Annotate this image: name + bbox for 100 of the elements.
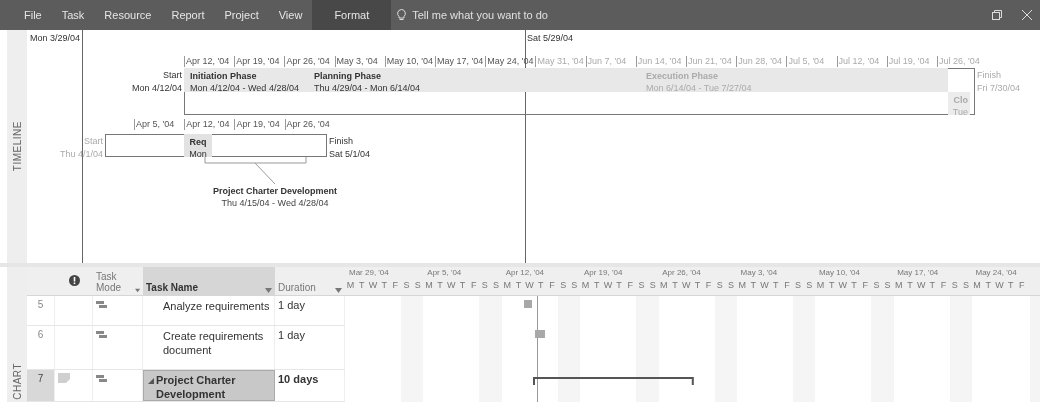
timescale-day-label: F	[783, 279, 791, 291]
timescale-day-label: S	[413, 279, 422, 291]
timescale-label: Apr 12, '04	[184, 56, 230, 67]
timescale-day-label: M	[894, 279, 904, 291]
timescale-label: Jul 26, '04	[937, 56, 980, 67]
start-date: Mon 4/12/04	[130, 82, 182, 95]
task-name-cell[interactable]: Analyze requirements	[143, 296, 275, 325]
timescale-label: Jul 19, '04	[886, 56, 930, 67]
callout-task-dates: Thu 4/15/04 - Wed 4/28/04	[220, 197, 330, 209]
timescale-day-label: F	[548, 279, 556, 291]
timescale-week-label: May 24, '04	[974, 267, 1018, 279]
column-header[interactable]: Task Mode	[96, 271, 132, 293]
dropdown-caret-icon[interactable]	[134, 288, 140, 293]
timescale-label: Apr 19, '04	[234, 56, 280, 67]
timescale-day-label: T	[358, 279, 366, 291]
timescale-day-label: S	[480, 279, 489, 291]
timeline-task[interactable]: Req Mon	[184, 134, 212, 157]
finish-label: Finish	[977, 69, 1002, 82]
timescale-day-label: S	[883, 279, 892, 291]
timescale-day-label: S	[872, 279, 881, 291]
timescale-week-label: May 17, '04	[896, 267, 940, 279]
timeline-task[interactable]: Initiation Phase Mon 4/12/04 - Wed 4/28/04	[184, 68, 308, 92]
marker-date: Sat 5/29/04	[527, 32, 574, 45]
timescale-day-label: T	[906, 279, 914, 291]
timescale-week-label: Apr 26, '04	[661, 267, 702, 279]
task-mode-icon	[96, 330, 107, 339]
start-label: Start	[162, 69, 182, 82]
duration-cell: 1 day	[275, 296, 345, 325]
scroll-bar[interactable]	[1030, 296, 1040, 402]
timescale-day-label: M	[815, 279, 826, 291]
ribbon-tab[interactable]: Format	[312, 0, 392, 30]
timescale-week-label: Apr 19, '04	[582, 267, 624, 279]
timeline-bar[interactable]: Initiation Phase Mon 4/12/04 - Wed 4/28/04 Planning Phase Thu 4/29/04 - Mon 6/14/04 Execution Phase Mon 6/14/04 - Tue 7/27/04 Clo Tue	[184, 68, 975, 115]
timescale-label: Apr 26, '04	[284, 119, 330, 130]
row-number[interactable]: 7	[27, 370, 55, 401]
timescale-day-label: F	[704, 279, 713, 291]
lightbulb-icon	[397, 9, 407, 21]
row-number[interactable]: 5	[27, 296, 55, 325]
timescale-day-label: M	[737, 279, 747, 291]
timescale-day-label: T	[984, 279, 993, 291]
task-name-cell[interactable]: Create requirements document	[143, 325, 275, 369]
restore-icon[interactable]	[992, 10, 1002, 20]
timescale-day-label: S	[961, 279, 970, 291]
timescale-day-label: M	[345, 279, 356, 291]
timescale-day-label: S	[950, 279, 959, 291]
column-header[interactable]: Task Name	[146, 282, 199, 293]
timescale-day-label: F	[391, 279, 400, 291]
ribbon-tab[interactable]: View	[268, 0, 313, 30]
dropdown-caret-icon[interactable]	[335, 288, 342, 293]
gantt-label: CHART	[11, 362, 23, 402]
timescale-day-label: T	[671, 279, 679, 291]
timescale-label: Apr 19, '04	[234, 119, 280, 130]
dropdown-caret-icon[interactable]	[265, 288, 272, 293]
timescale-label: May 31, '04	[535, 56, 584, 67]
timescale-day-label: S	[402, 279, 411, 291]
column-header[interactable]: Duration	[278, 282, 316, 293]
timescale-day-label: F	[1018, 279, 1026, 291]
task-mode-icon	[96, 301, 107, 309]
timescale-day-label: W	[446, 279, 457, 291]
timescale-day-label: T	[615, 279, 623, 291]
timescale-day-label: M	[972, 279, 982, 291]
timescale-day-label: S	[637, 279, 646, 291]
timescale-label: Apr 26, '04	[284, 56, 330, 67]
finish-date: Fri 7/30/04	[977, 82, 1021, 95]
timescale-day-label: T	[514, 279, 523, 291]
timescale-day-label: T	[693, 279, 702, 291]
timescale-day-label: W	[367, 279, 379, 291]
collapse-icon[interactable]	[148, 378, 154, 384]
timescale-label: Jun 21, '04	[686, 56, 732, 67]
ribbon-tab[interactable]: Task	[51, 0, 95, 30]
ribbon-tab[interactable]: File	[14, 0, 52, 30]
timescale-week-label: May 10, '04	[817, 267, 861, 279]
timescale-day-label: T	[1006, 279, 1015, 291]
timescale-day-label: T	[380, 279, 388, 291]
ribbon-tab[interactable]: Project	[214, 0, 269, 30]
ribbon-tab[interactable]: Resource	[94, 0, 162, 30]
timeline-bar[interactable]: Req Mon	[105, 134, 327, 157]
timescale-label: May 17, '04	[435, 56, 484, 67]
timescale-day-label: M	[580, 279, 591, 291]
task-name-cell[interactable]: Project Charter Development	[143, 370, 275, 401]
timescale-day-label: T	[749, 279, 758, 291]
close-icon[interactable]	[1022, 10, 1032, 20]
timescale-label: Apr 5, '04	[134, 119, 175, 130]
ribbon-tab[interactable]: Report	[161, 0, 215, 30]
timescale-week-label: May 3, '04	[739, 267, 779, 279]
duration-cell: 10 days	[275, 370, 345, 401]
timescale-label: Jun 28, '04	[736, 56, 782, 67]
tell-me-field[interactable]: Tell me what you want to do	[410, 7, 585, 23]
task-bar[interactable]	[535, 330, 546, 338]
row-number[interactable]: 6	[27, 325, 55, 369]
note-icon	[58, 373, 70, 383]
timeline-label: TIMELINE	[11, 120, 23, 174]
task-mode-icon	[96, 375, 107, 383]
timescale-day-label: S	[794, 279, 803, 291]
timescale-day-label: S	[492, 279, 501, 291]
timescale-week-label: Apr 5, '04	[426, 267, 463, 279]
timescale-day-label: T	[592, 279, 601, 291]
timeline-task[interactable]: Planning Phase Thu 4/29/04 - Mon 6/14/04	[308, 68, 640, 92]
summary-bar[interactable]	[533, 377, 695, 385]
timescale-day-label: S	[559, 279, 568, 291]
